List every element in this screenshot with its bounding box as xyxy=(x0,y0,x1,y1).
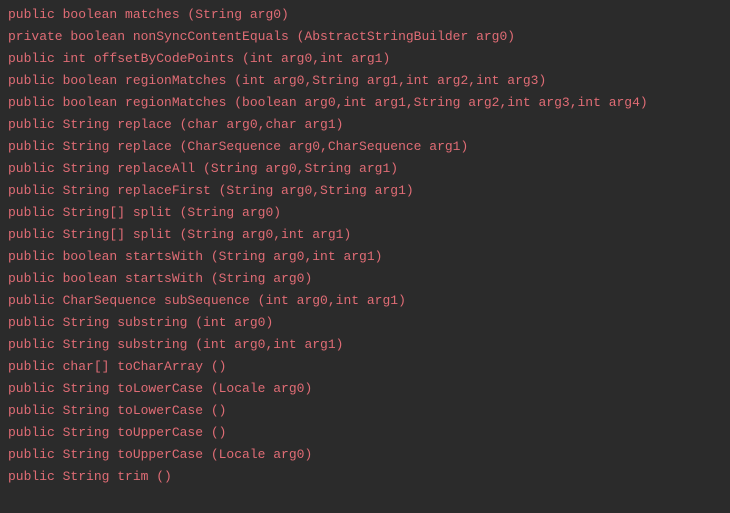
method-signature[interactable]: public boolean startsWith (String arg0,i… xyxy=(8,246,722,268)
method-signature[interactable]: public String[] split (String arg0,int a… xyxy=(8,224,722,246)
method-signature[interactable]: public boolean matches (String arg0) xyxy=(8,4,722,26)
method-signature[interactable]: public String trim () xyxy=(8,466,722,488)
method-signature[interactable]: public String toUpperCase (Locale arg0) xyxy=(8,444,722,466)
method-signature[interactable]: public String replaceFirst (String arg0,… xyxy=(8,180,722,202)
method-signature[interactable]: public String[] split (String arg0) xyxy=(8,202,722,224)
method-signature[interactable]: public String toUpperCase () xyxy=(8,422,722,444)
method-signature[interactable]: public String toLowerCase () xyxy=(8,400,722,422)
method-signature[interactable]: public String replaceAll (String arg0,St… xyxy=(8,158,722,180)
method-list: public boolean matches (String arg0) pri… xyxy=(8,4,722,488)
method-signature[interactable]: public boolean regionMatches (int arg0,S… xyxy=(8,70,722,92)
method-signature[interactable]: public CharSequence subSequence (int arg… xyxy=(8,290,722,312)
method-signature[interactable]: public int offsetByCodePoints (int arg0,… xyxy=(8,48,722,70)
method-signature[interactable]: public String replace (CharSequence arg0… xyxy=(8,136,722,158)
method-signature[interactable]: public char[] toCharArray () xyxy=(8,356,722,378)
method-signature[interactable]: public String substring (int arg0) xyxy=(8,312,722,334)
method-signature[interactable]: public String replace (char arg0,char ar… xyxy=(8,114,722,136)
method-signature[interactable]: public boolean regionMatches (boolean ar… xyxy=(8,92,722,114)
method-signature[interactable]: public String toLowerCase (Locale arg0) xyxy=(8,378,722,400)
method-signature[interactable]: public String substring (int arg0,int ar… xyxy=(8,334,722,356)
method-signature[interactable]: private boolean nonSyncContentEquals (Ab… xyxy=(8,26,722,48)
method-signature[interactable]: public boolean startsWith (String arg0) xyxy=(8,268,722,290)
